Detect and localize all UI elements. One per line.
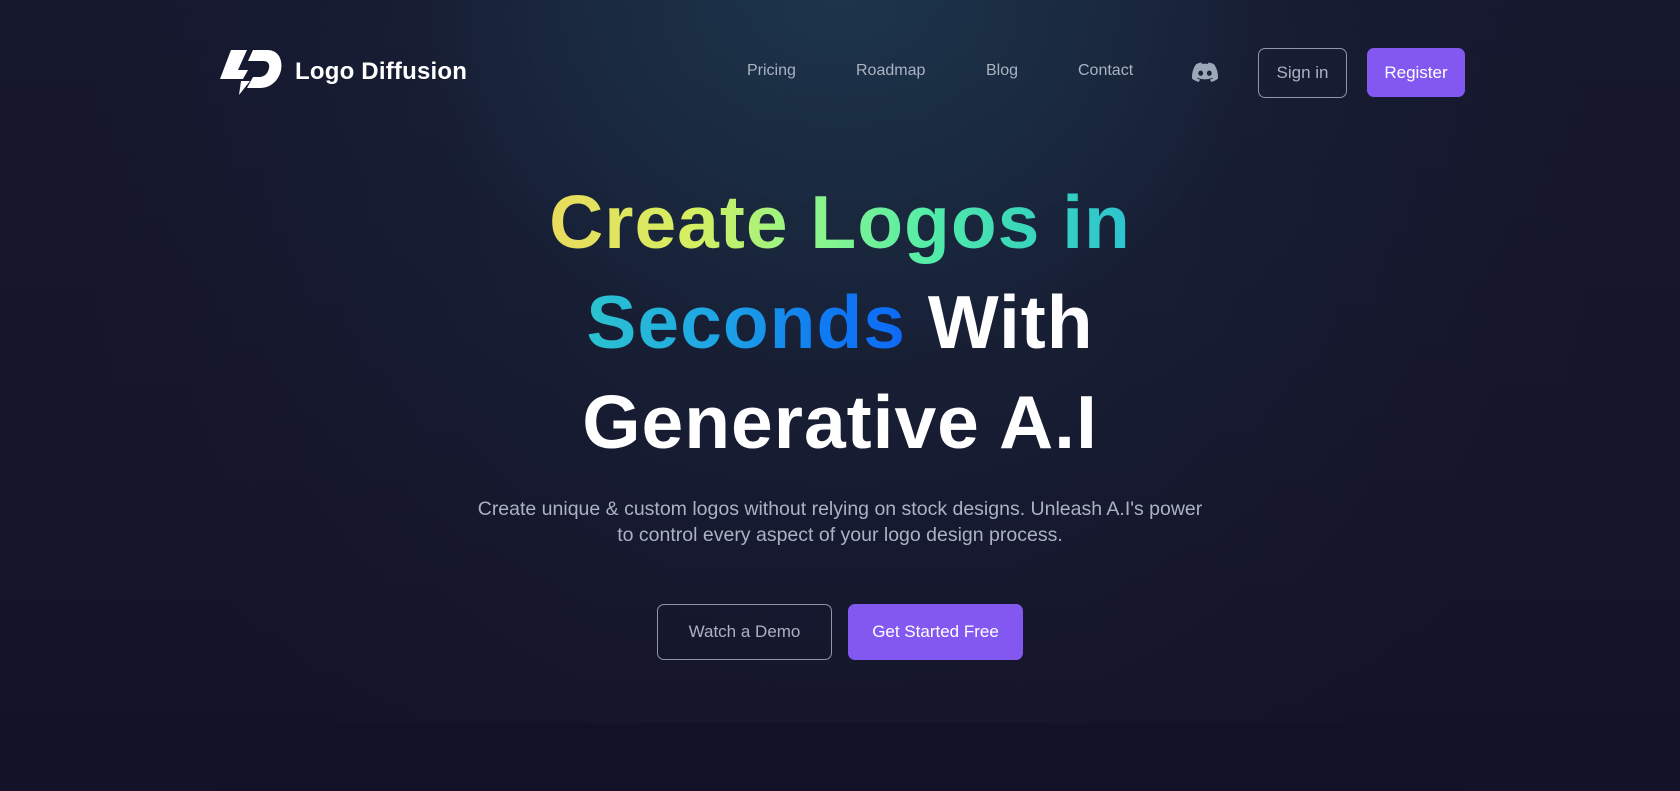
register-button[interactable]: Register: [1367, 48, 1465, 97]
headline-line-2: Seconds With: [0, 272, 1680, 372]
nav-pricing[interactable]: Pricing: [747, 62, 796, 80]
watch-demo-button[interactable]: Watch a Demo: [657, 604, 832, 660]
subtitle-line-2: to control every aspect of your logo des…: [617, 524, 1063, 546]
headline-gradient-text: Create Logos in: [549, 180, 1131, 264]
brand-name: Logo Diffusion: [295, 57, 468, 85]
headline-plain-text: With: [927, 280, 1094, 364]
logo-diffusion-bolt-icon: [220, 50, 282, 95]
nav-roadmap[interactable]: Roadmap: [856, 62, 925, 80]
headline-line-1: Create Logos in: [0, 172, 1680, 272]
hero-subtitle: Create unique & custom logos without rel…: [440, 496, 1240, 548]
nav-contact[interactable]: Contact: [1078, 62, 1133, 80]
next-section-panel: [215, 723, 1465, 791]
headline-line-3: Generative A.I: [582, 380, 1098, 464]
subtitle-line-1: Create unique & custom logos without rel…: [477, 498, 1203, 520]
sign-in-button[interactable]: Sign in: [1258, 48, 1347, 98]
headline-gradient-text-seconds: Seconds: [586, 280, 906, 364]
discord-link[interactable]: [1192, 62, 1218, 82]
hero-headline: Create Logos in Seconds With Generative …: [0, 172, 1680, 472]
brand-logo-link[interactable]: Logo Diffusion: [217, 48, 467, 95]
get-started-button[interactable]: Get Started Free: [848, 604, 1023, 660]
nav-blog[interactable]: Blog: [986, 62, 1018, 80]
discord-icon: [1192, 62, 1218, 82]
